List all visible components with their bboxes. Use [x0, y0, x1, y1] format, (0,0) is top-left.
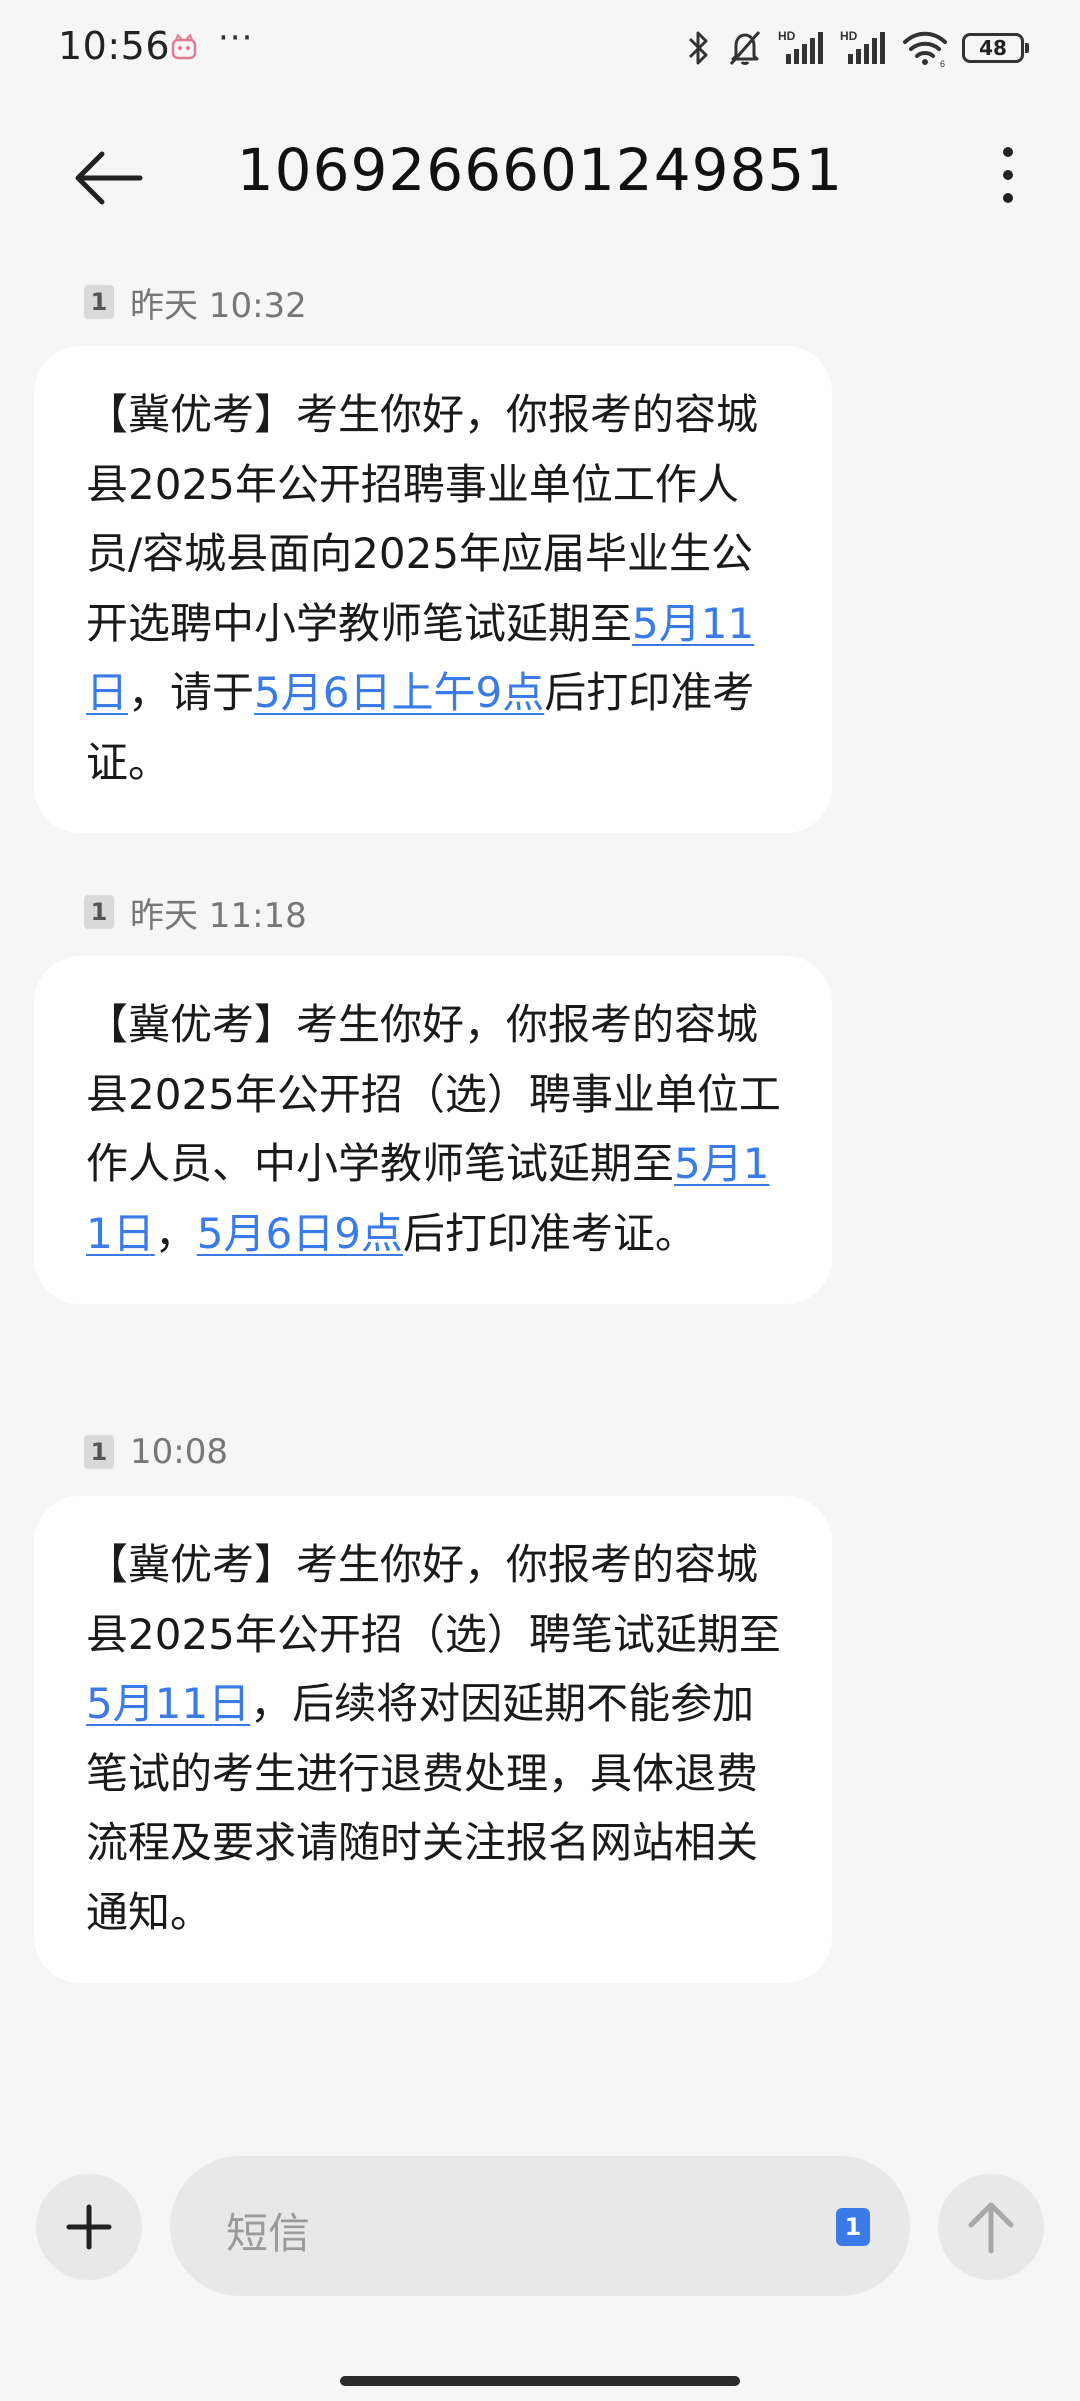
status-time: 10:56: [58, 24, 171, 68]
message-bubble[interactable]: 【冀优考】考生你好，你报考的容城县2025年公开招聘事业单位工作人员/容城县面向…: [34, 346, 832, 833]
date-link[interactable]: 5月6日9点: [197, 1209, 403, 1258]
svg-text:6: 6: [940, 59, 945, 68]
message-meta: 1 昨天 10:32: [84, 280, 307, 326]
more-vertical-icon[interactable]: [988, 140, 1028, 210]
battery-level: 48: [979, 36, 1007, 60]
battery-icon: 48: [962, 33, 1029, 63]
message-input[interactable]: 短信 1: [170, 2156, 910, 2296]
message-bubble[interactable]: 【冀优考】考生你好，你报考的容城县2025年公开招（选）聘笔试延期至5月11日，…: [34, 1496, 832, 1983]
add-attachment-button[interactable]: [36, 2174, 142, 2280]
message-input-placeholder: 短信: [226, 2209, 311, 2258]
message-text: ，请于: [128, 668, 255, 717]
message-text: 【冀优考】考生你好，你报考的容城县2025年公开招（选）聘笔试延期至: [86, 1540, 781, 1659]
wifi-icon: 6: [903, 31, 947, 68]
svg-text:HD: HD: [840, 29, 858, 43]
message-timestamp: 10:08: [130, 1432, 228, 1472]
conversation-header: 1069266601249851: [0, 110, 1080, 230]
hd-signal-icon: HD: [778, 29, 823, 64]
bluetooth-icon: [688, 31, 708, 65]
date-link[interactable]: 5月11日: [86, 1679, 250, 1728]
sim-select-button[interactable]: 1: [836, 2208, 870, 2246]
send-arrow-icon: [968, 2202, 1014, 2254]
app-icon: [171, 34, 197, 60]
sim-badge: 1: [84, 1435, 114, 1469]
message-meta: 1 10:08: [84, 1430, 228, 1474]
message-text: ，: [154, 1208, 197, 1258]
status-bar: 10:56 ··· HD HD 6 48: [0, 0, 1080, 96]
message-timestamp: 昨天 10:32: [130, 285, 307, 326]
sim-badge: 1: [84, 895, 114, 929]
svg-text:HD: HD: [778, 29, 796, 43]
hd-signal-icon: HD: [840, 29, 885, 64]
status-icons: HD HD 6 48: [684, 26, 1029, 70]
message-text: 后打印准考证。: [402, 1208, 697, 1258]
date-link[interactable]: 5月6日上午9点: [254, 668, 544, 717]
more-notifications-icon: ···: [218, 18, 254, 58]
sms-conversation-screen: 10:56 ··· HD HD 6 48 1069266601249851 1 …: [0, 0, 1080, 2401]
message-timestamp: 昨天 11:18: [130, 895, 307, 936]
home-indicator[interactable]: [340, 2376, 740, 2386]
message-bubble[interactable]: 【冀优考】考生你好，你报考的容城县2025年公开招（选）聘事业单位工作人员、中小…: [34, 956, 832, 1304]
page-title: 1069266601249851: [236, 136, 844, 204]
sim-badge: 1: [84, 285, 114, 319]
send-button[interactable]: [938, 2174, 1044, 2280]
message-meta: 1 昨天 11:18: [84, 890, 307, 936]
plus-icon: [66, 2204, 112, 2250]
mute-icon: [729, 31, 761, 65]
